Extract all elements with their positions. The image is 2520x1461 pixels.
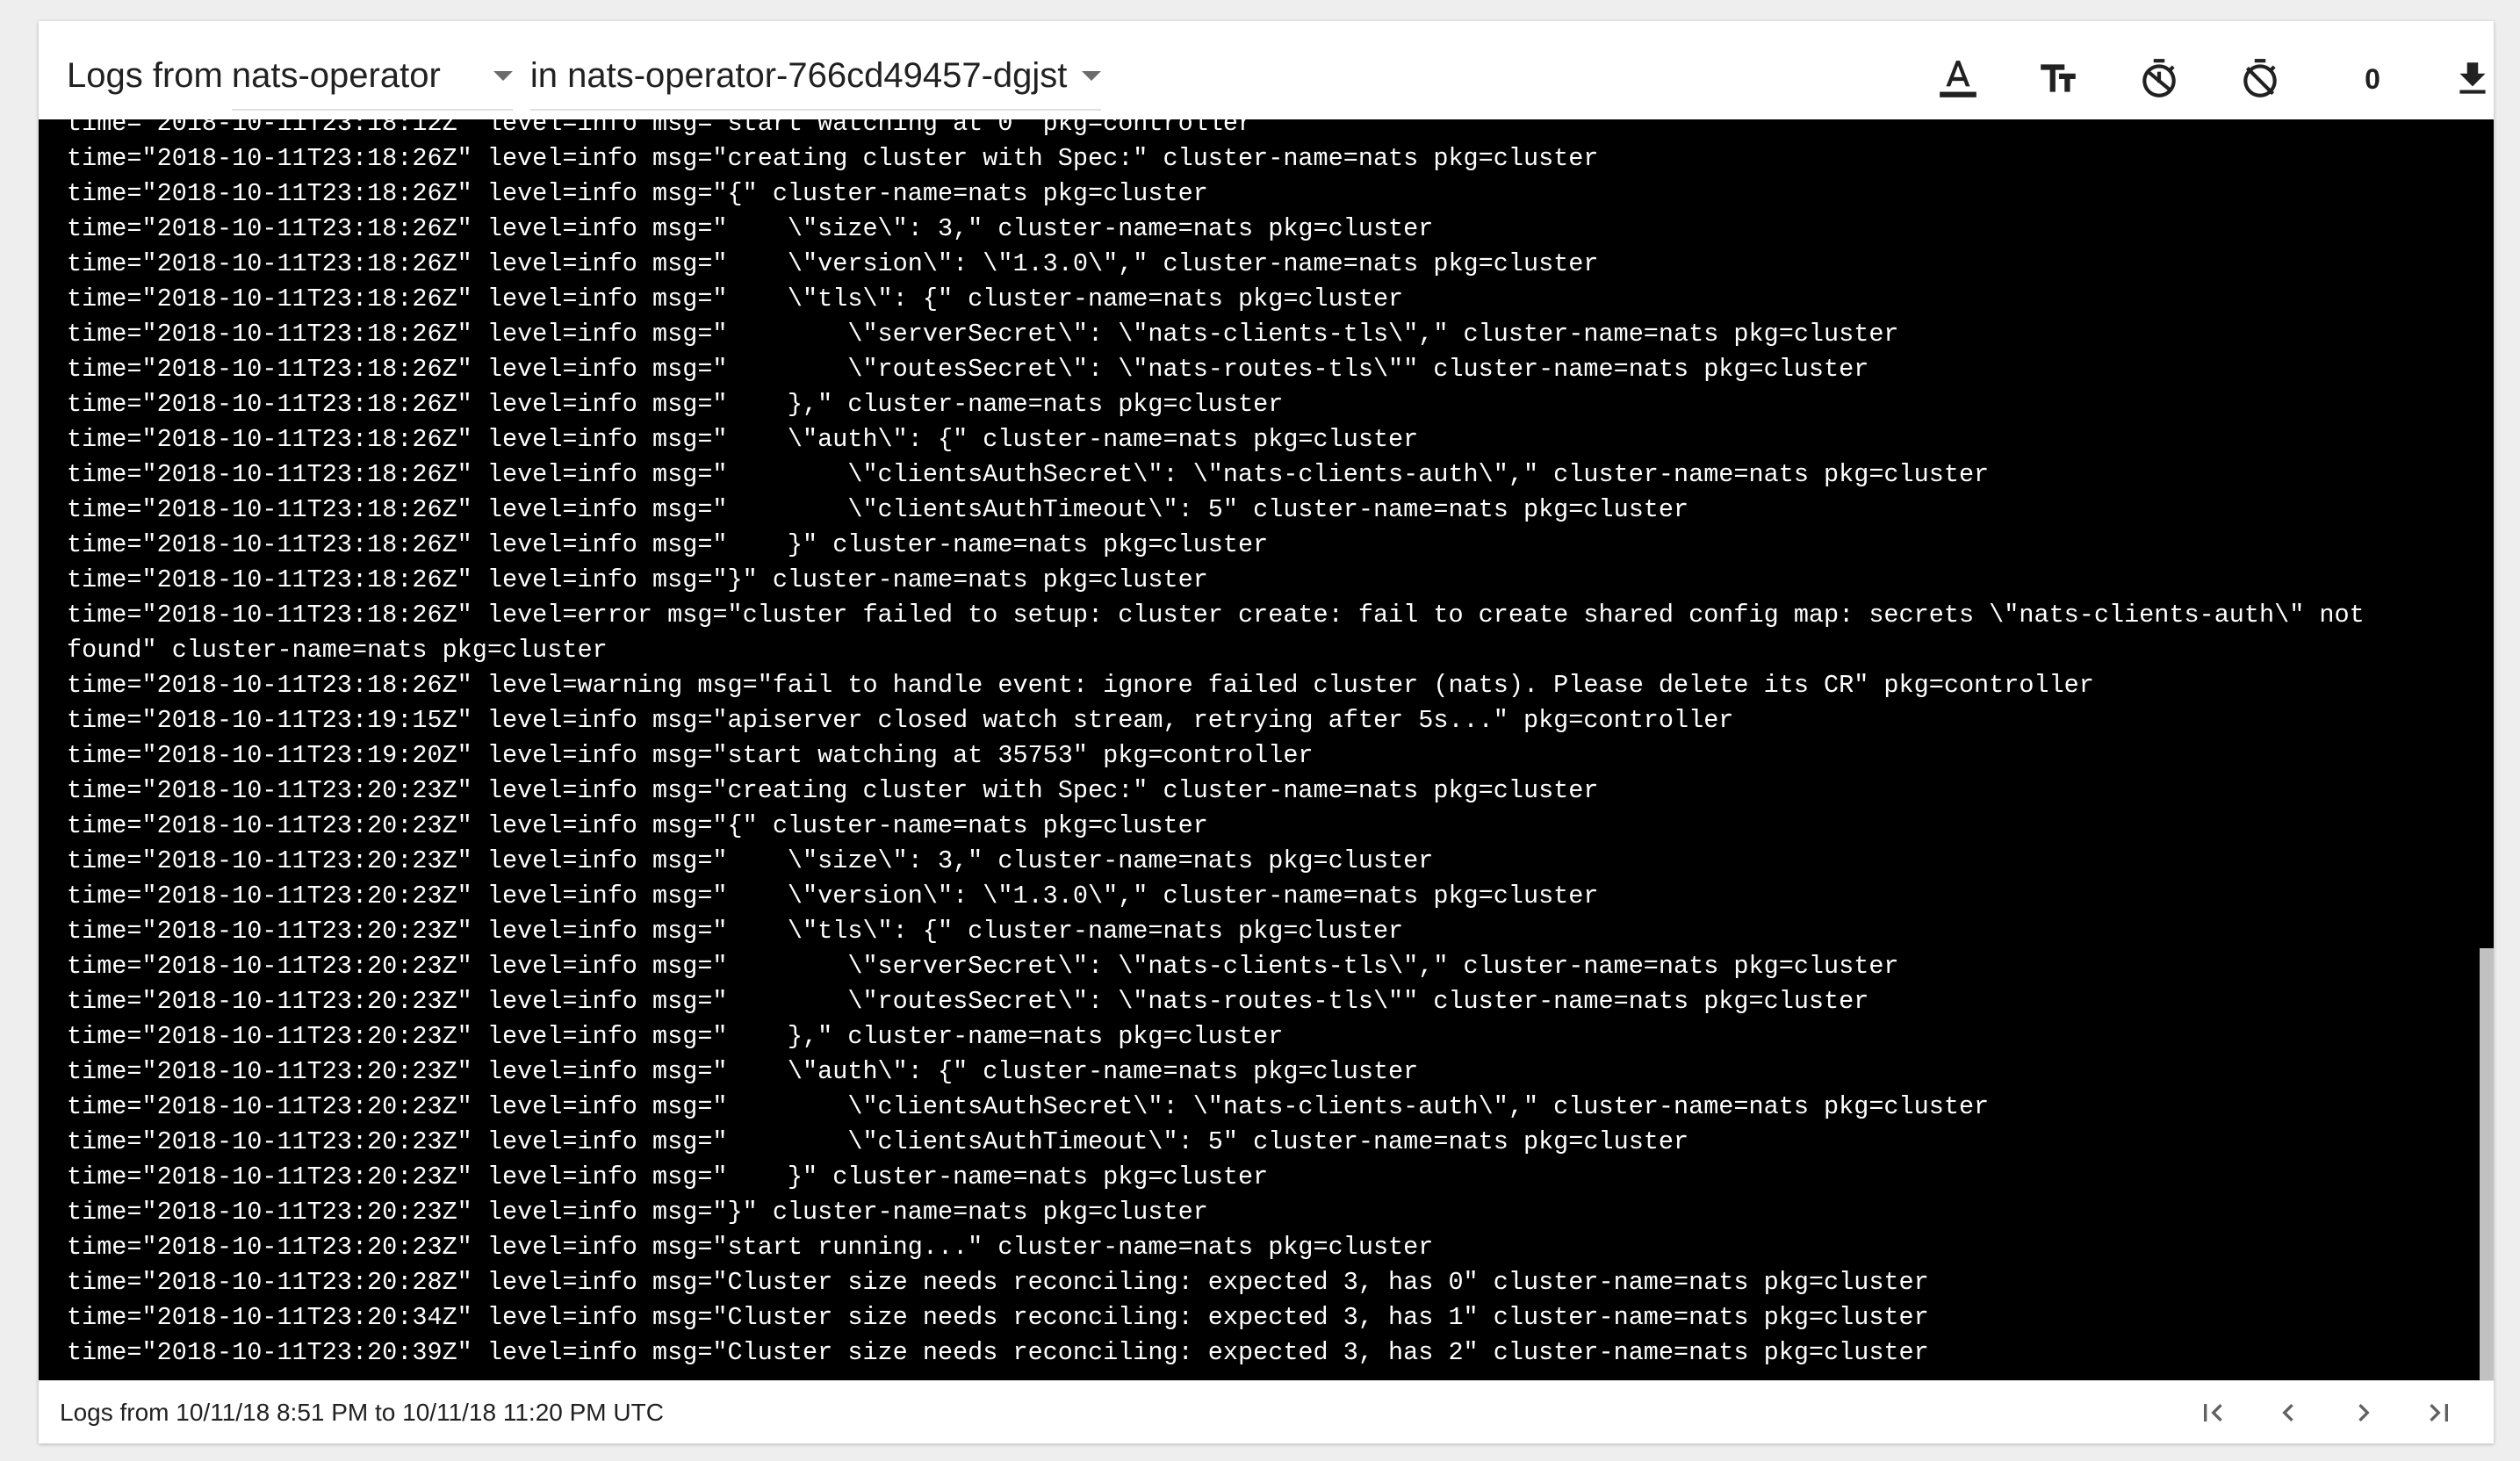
logs-title: Logs from nats-operator in nats-operator… [67, 51, 1101, 111]
log-line: time="2018-10-11T23:19:15Z" level=info m… [67, 706, 1734, 735]
log-time-range: Logs from 10/11/18 8:51 PM to 10/11/18 1… [60, 1399, 664, 1426]
log-line: time="2018-10-11T23:18:26Z" level=error … [67, 601, 2380, 665]
log-line: time="2018-10-11T23:18:26Z" level=info m… [67, 355, 1869, 384]
log-line: time="2018-10-11T23:20:23Z" level=info m… [67, 811, 1208, 840]
log-line: time="2018-10-11T23:18:26Z" level=info m… [67, 179, 1208, 208]
log-line: time="2018-10-11T23:20:23Z" level=info m… [67, 1162, 1269, 1191]
last-page-button[interactable] [2415, 1390, 2464, 1436]
log-line: time="2018-10-11T23:18:26Z" level=info m… [67, 144, 1599, 173]
logs-toolbar: Logs from nats-operator in nats-operator… [39, 21, 2494, 119]
previous-page-icon [2282, 1404, 2293, 1421]
log-line: time="2018-10-11T23:20:23Z" level=info m… [67, 1198, 1208, 1227]
text-color-button[interactable] [1932, 53, 1984, 105]
log-line: time="2018-10-11T23:20:23Z" level=info m… [67, 1233, 1434, 1262]
logs-from-label: Logs from [67, 56, 223, 95]
log-line: time="2018-10-11T23:20:23Z" level=info m… [67, 1092, 1990, 1121]
auto-refresh-button[interactable] [2133, 53, 2185, 105]
download-icon [2459, 62, 2486, 94]
log-line: time="2018-10-11T23:20:23Z" level=info m… [67, 1127, 1689, 1156]
log-line: time="2018-10-11T23:20:39Z" level=info m… [67, 1338, 1929, 1367]
chevron-down-icon [1081, 71, 1101, 81]
log-line: time="2018-10-11T23:19:20Z" level=info m… [67, 741, 1314, 770]
log-line: time="2018-10-11T23:20:34Z" level=info m… [67, 1303, 1929, 1332]
log-line: time="2018-10-11T23:18:26Z" level=info m… [67, 565, 1208, 594]
pod-select-value: in nats-operator-766cd49457-dgjst [530, 51, 1068, 100]
log-line: time="2018-10-11T23:20:23Z" level=info m… [67, 846, 1434, 875]
first-page-icon [2204, 1404, 2222, 1421]
log-line: time="2018-10-11T23:20:23Z" level=info m… [67, 952, 1899, 981]
log-line: time="2018-10-11T23:18:26Z" level=info m… [67, 249, 1599, 278]
log-line: time="2018-10-11T23:20:23Z" level=info m… [67, 917, 1404, 946]
log-line: time="2018-10-11T23:20:28Z" level=info m… [67, 1268, 1929, 1297]
chevron-down-icon [493, 71, 513, 81]
logs-footer: Logs from 10/11/18 8:51 PM to 10/11/18 1… [39, 1380, 2494, 1443]
timer-off-icon [2243, 59, 2277, 97]
timer-icon [2142, 59, 2176, 97]
text-size-icon [2041, 64, 2076, 92]
log-line: time="2018-10-11T23:18:26Z" level=info m… [67, 284, 1404, 313]
log-line: time="2018-10-11T23:18:26Z" level=info m… [67, 214, 1434, 243]
log-line: time="2018-10-11T23:18:26Z" level=info m… [67, 425, 1419, 454]
log-line: time="2018-10-11T23:20:23Z" level=info m… [67, 1022, 1284, 1051]
log-line: time="2018-10-11T23:20:23Z" level=info m… [67, 776, 1599, 805]
log-viewer[interactable]: time="2018-10-11T23:18:12Z" level=info m… [39, 119, 2494, 1380]
log-line: time="2018-10-11T23:18:26Z" level=warnin… [67, 671, 2094, 700]
text-size-button[interactable] [2032, 53, 2084, 105]
log-line: time="2018-10-11T23:18:26Z" level=info m… [67, 530, 1269, 559]
log-line: time="2018-10-11T23:20:23Z" level=info m… [67, 1057, 1419, 1086]
pod-name: nats-operator-766cd49457-dgjst [567, 56, 1068, 95]
next-page-icon [2358, 1404, 2370, 1421]
logs-card: Logs from nats-operator in nats-operator… [39, 21, 2494, 1443]
pod-in-label: in [529, 56, 558, 95]
pod-select[interactable]: in nats-operator-766cd49457-dgjst [529, 51, 1101, 111]
log-line: time="2018-10-11T23:18:26Z" level=info m… [67, 495, 1689, 524]
next-page-button[interactable] [2339, 1390, 2388, 1436]
log-line: time="2018-10-11T23:20:23Z" level=info m… [67, 987, 1869, 1016]
log-content: time="2018-10-11T23:18:12Z" level=info m… [67, 119, 2459, 1371]
first-page-button[interactable] [2188, 1390, 2237, 1436]
log-line: time="2018-10-11T23:18:12Z" level=info m… [67, 119, 1254, 138]
log-scrollbar[interactable] [2478, 119, 2494, 1380]
previous-page-button[interactable] [2264, 1390, 2313, 1436]
container-select[interactable]: nats-operator [231, 51, 513, 111]
line-count: 0 [2346, 53, 2399, 105]
last-page-icon [2430, 1404, 2448, 1421]
log-scrollbar-thumb[interactable] [2480, 948, 2494, 1380]
download-button[interactable] [2446, 53, 2494, 105]
log-line: time="2018-10-11T23:20:23Z" level=info m… [67, 882, 1599, 910]
container-select-value: nats-operator [231, 56, 441, 95]
line-count-value: 0 [2365, 62, 2380, 95]
log-line: time="2018-10-11T23:18:26Z" level=info m… [67, 320, 1899, 349]
text-color-icon [1940, 61, 1976, 97]
log-line: time="2018-10-11T23:18:26Z" level=info m… [67, 460, 1990, 489]
auto-refresh-off-button[interactable] [2234, 53, 2286, 105]
log-line: time="2018-10-11T23:18:26Z" level=info m… [67, 390, 1284, 419]
